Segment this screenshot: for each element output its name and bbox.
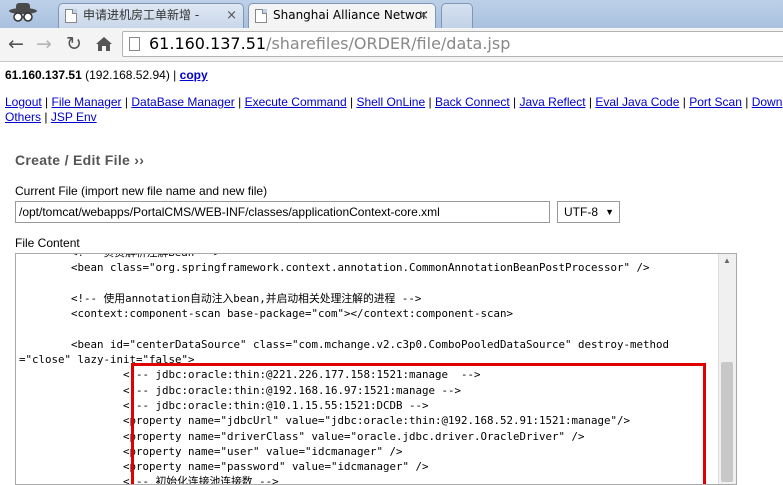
- menu-port-scan[interactable]: Port Scan: [689, 95, 742, 109]
- host-ip: 61.160.137.51: [5, 68, 82, 82]
- menu-back-connect[interactable]: Back Connect: [435, 95, 510, 109]
- tab-title: 申请进机房工单新增 -: [83, 8, 200, 22]
- current-file-label: Current File (import new file name and n…: [15, 184, 268, 198]
- address-bar[interactable]: 61.160.137.51/sharefiles/ORDER/file/data…: [122, 31, 783, 57]
- menu-file-manager[interactable]: File Manager: [52, 95, 122, 109]
- menu-execute-command[interactable]: Execute Command: [245, 95, 347, 109]
- address-host: 61.160.137.51: [149, 34, 267, 53]
- page-icon: [65, 9, 77, 23]
- menu-separator: |: [588, 95, 592, 109]
- menu-separator: |: [45, 95, 49, 109]
- menu-bar: Logout | File Manager | DataBase Manager…: [5, 95, 783, 125]
- menu-separator: |: [124, 95, 129, 109]
- menu-separator: |: [682, 95, 686, 109]
- menu-separator: |: [44, 110, 48, 124]
- page-icon: [255, 9, 267, 23]
- menu-logout[interactable]: Logout: [5, 95, 42, 109]
- dropdown-arrow-icon: ▼: [605, 207, 614, 217]
- page-icon: [129, 37, 140, 51]
- menu-java-reflect[interactable]: Java Reflect: [520, 95, 586, 109]
- menu-separator: |: [428, 95, 432, 109]
- host-line: 61.160.137.51 (192.168.52.94) | copy: [5, 68, 208, 82]
- section-title: Create / Edit File ››: [15, 152, 145, 168]
- scrollbar-thumb[interactable]: [721, 362, 733, 482]
- tab-title: Shanghai Alliance Networ: [273, 8, 428, 22]
- address-path: /sharefiles/ORDER/file/data.jsp: [266, 34, 511, 53]
- copy-link[interactable]: copy: [180, 68, 208, 82]
- reload-icon[interactable]: ↻: [66, 32, 82, 56]
- menu-eval-java-code[interactable]: Eval Java Code: [595, 95, 679, 109]
- menu-shell-online[interactable]: Shell OnLine: [356, 95, 425, 109]
- back-icon[interactable]: ←: [8, 32, 24, 56]
- new-tab-button[interactable]: [441, 3, 473, 28]
- file-content-label: File Content: [15, 236, 80, 250]
- home-icon[interactable]: [95, 36, 113, 52]
- close-tab-icon[interactable]: ×: [418, 4, 429, 27]
- menu-separator: |: [238, 95, 242, 109]
- menu-down[interactable]: Down: [752, 95, 783, 109]
- address-url[interactable]: 61.160.137.51/sharefiles/ORDER/file/data…: [149, 34, 510, 53]
- host-local-ip: (192.168.52.94): [85, 68, 170, 82]
- menu-jsp-env[interactable]: JSP Env: [51, 110, 97, 124]
- file-content-editor[interactable]: <!-- 负责解析注解Bean --> <bean class="org.spr…: [15, 253, 737, 485]
- menu-separator: |: [349, 95, 354, 109]
- separator: |: [173, 68, 177, 82]
- scroll-up-icon[interactable]: ▲: [723, 256, 731, 265]
- tab-work-order[interactable]: 申请进机房工单新增 - ×: [58, 3, 244, 28]
- highlight-box: [131, 363, 706, 484]
- forward-icon[interactable]: →: [36, 32, 52, 56]
- menu-database-manager[interactable]: DataBase Manager: [131, 95, 234, 109]
- encoding-select[interactable]: UTF-8 ▼: [557, 201, 620, 223]
- menu-separator: |: [513, 95, 517, 109]
- menu-others[interactable]: Others: [5, 110, 41, 124]
- tab-shanghai-alliance[interactable]: Shanghai Alliance Networ ×: [248, 3, 436, 29]
- browser-toolbar: ← → ↻ 61.160.137.51/sharefiles/ORDER/fil…: [0, 28, 783, 62]
- page-content: 61.160.137.51 (192.168.52.94) | copy Log…: [0, 62, 783, 485]
- menu-separator: |: [745, 95, 749, 109]
- close-tab-icon[interactable]: ×: [226, 4, 237, 27]
- spy-icon: [9, 3, 37, 22]
- tab-bar: 申请进机房工单新增 - × Shanghai Alliance Networ ×: [0, 0, 783, 29]
- encoding-value: UTF-8: [564, 205, 598, 219]
- editor-scrollbar[interactable]: ▲: [718, 254, 736, 484]
- current-file-input[interactable]: [15, 201, 550, 223]
